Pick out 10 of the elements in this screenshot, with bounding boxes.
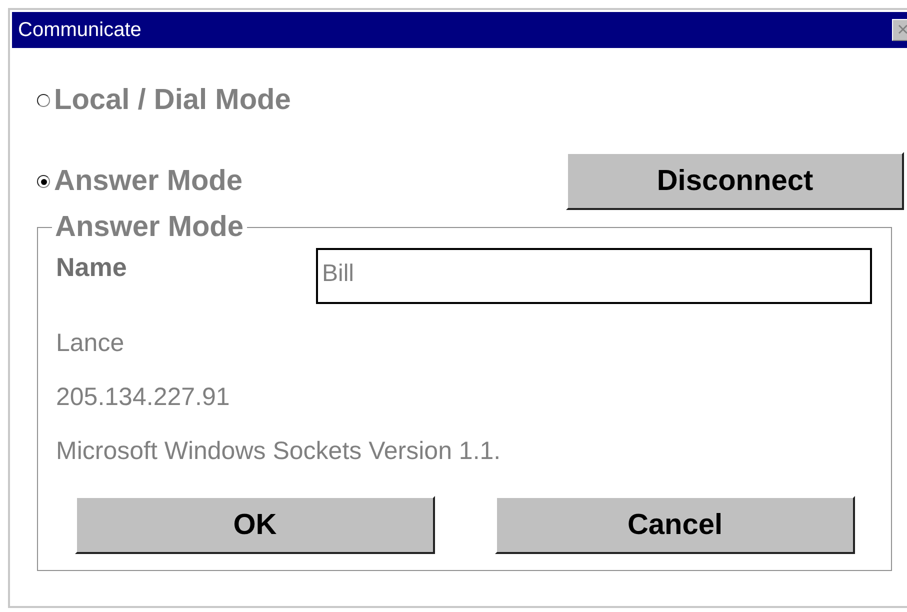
disconnect-button[interactable]: Disconnect xyxy=(566,152,904,210)
info-text: 205.134.227.91 xyxy=(55,382,231,412)
window-title: Communicate xyxy=(18,18,142,42)
name-field[interactable]: Bill xyxy=(316,248,872,304)
name-label: Name xyxy=(56,251,128,283)
dialog-button[interactable]: Cancel xyxy=(495,496,855,554)
info-text: Lance xyxy=(55,328,126,358)
group-title: Answer Mode xyxy=(54,212,245,242)
dialog-button[interactable]: OK xyxy=(75,496,435,554)
info-text: Microsoft Windows Sockets Version 1.1. xyxy=(55,436,502,466)
